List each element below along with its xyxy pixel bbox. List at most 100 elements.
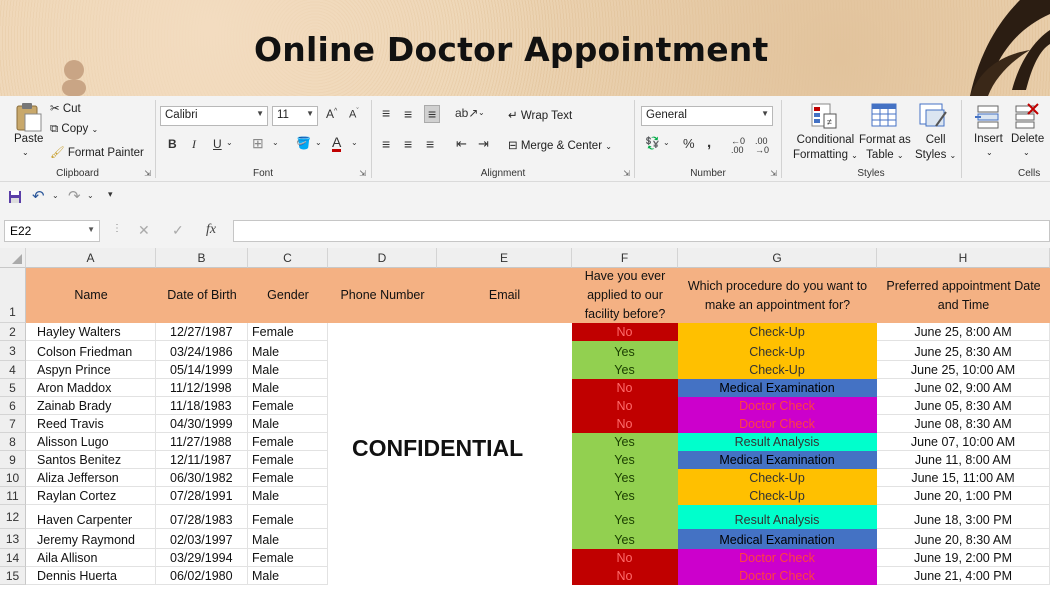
- cell-applied[interactable]: Yes: [572, 469, 678, 487]
- cell-procedure[interactable]: Doctor Check: [678, 567, 877, 585]
- cell-dob[interactable]: 11/18/1983: [156, 397, 248, 415]
- percent-button[interactable]: %: [683, 137, 695, 150]
- cell-applied[interactable]: Yes: [572, 341, 678, 361]
- row-header[interactable]: 15: [0, 567, 26, 585]
- row-header[interactable]: 1: [0, 268, 26, 323]
- cell-phone[interactable]: [328, 529, 437, 549]
- cell-gender[interactable]: Male: [248, 567, 328, 585]
- cell-dob[interactable]: 12/11/1987: [156, 451, 248, 469]
- alignment-launcher-icon[interactable]: ⇲: [623, 169, 630, 178]
- orientation-dropdown-icon[interactable]: ⌄: [478, 109, 485, 117]
- decrease-font-icon[interactable]: Aˇ: [349, 108, 359, 121]
- row-header[interactable]: 8: [0, 433, 26, 451]
- borders-icon[interactable]: ⊞: [252, 136, 264, 150]
- underline-button[interactable]: U: [213, 138, 222, 150]
- cell-phone[interactable]: [328, 469, 437, 487]
- paste-icon[interactable]: [14, 102, 42, 132]
- cell-applied[interactable]: Yes: [572, 487, 678, 505]
- cell-email[interactable]: [437, 415, 572, 433]
- format-as-table-button[interactable]: Format as Table ⌄: [859, 133, 911, 163]
- cell-applied[interactable]: Yes: [572, 529, 678, 549]
- cell-dob[interactable]: 04/30/1999: [156, 415, 248, 433]
- cell-dob[interactable]: 06/30/1982: [156, 469, 248, 487]
- header-cell-preferred[interactable]: Preferred appointment Date and Time: [877, 268, 1050, 323]
- cell-gender[interactable]: Female: [248, 549, 328, 567]
- font-name-select[interactable]: Calibri ▼: [160, 106, 268, 126]
- cell-dob[interactable]: 02/03/1997: [156, 529, 248, 549]
- cell-preferred[interactable]: June 25, 8:30 AM: [877, 341, 1050, 361]
- row-header[interactable]: 9: [0, 451, 26, 469]
- customize-toolbar-icon[interactable]: ▾: [108, 190, 113, 199]
- cell-name[interactable]: Aspyn Prince: [26, 361, 156, 379]
- cell-procedure[interactable]: Doctor Check: [678, 415, 877, 433]
- row-header[interactable]: 6: [0, 397, 26, 415]
- cell-gender[interactable]: Female: [248, 505, 328, 529]
- cell-applied[interactable]: No: [572, 379, 678, 397]
- cell-gender[interactable]: Male: [248, 487, 328, 505]
- redo-dropdown-icon[interactable]: ⌄: [87, 192, 94, 200]
- cell-email[interactable]: [437, 529, 572, 549]
- font-size-select[interactable]: 11 ▼: [272, 106, 318, 126]
- accounting-dropdown-icon[interactable]: ⌄: [663, 139, 670, 147]
- cell-preferred[interactable]: June 19, 2:00 PM: [877, 549, 1050, 567]
- cell-procedure[interactable]: Result Analysis: [678, 433, 877, 451]
- increase-indent-icon[interactable]: ⇥: [478, 137, 489, 150]
- cell-applied[interactable]: Yes: [572, 451, 678, 469]
- cell-email[interactable]: [437, 567, 572, 585]
- redo-icon[interactable]: ↷: [68, 189, 81, 204]
- align-middle-icon[interactable]: ≡: [404, 107, 412, 121]
- header-cell-dob[interactable]: Date of Birth: [156, 268, 248, 323]
- merge-center-button[interactable]: ⊟ Merge & Center ⌄: [508, 138, 612, 152]
- cell-dob[interactable]: 05/14/1999: [156, 361, 248, 379]
- cell-procedure[interactable]: Medical Examination: [678, 379, 877, 397]
- cell-dob[interactable]: 06/02/1980: [156, 567, 248, 585]
- cell-styles-button[interactable]: Cell Styles ⌄: [915, 133, 956, 163]
- cell-procedure[interactable]: Check-Up: [678, 361, 877, 379]
- bold-button[interactable]: B: [168, 138, 177, 150]
- cell-phone[interactable]: [328, 505, 437, 529]
- delete-cells-icon[interactable]: [1012, 102, 1040, 130]
- header-cell-phone[interactable]: Phone Number: [328, 268, 437, 323]
- header-cell-email[interactable]: Email: [437, 268, 572, 323]
- cell-applied[interactable]: No: [572, 567, 678, 585]
- cell-name[interactable]: Zainab Brady: [26, 397, 156, 415]
- cell-phone[interactable]: [328, 323, 437, 341]
- align-center-icon[interactable]: ≡: [404, 137, 412, 151]
- select-all-corner[interactable]: [0, 248, 26, 268]
- cell-gender[interactable]: Female: [248, 323, 328, 341]
- cell-preferred[interactable]: June 21, 4:00 PM: [877, 567, 1050, 585]
- cell-procedure[interactable]: Doctor Check: [678, 397, 877, 415]
- cell-gender[interactable]: Male: [248, 415, 328, 433]
- header-cell-name[interactable]: Name: [26, 268, 156, 323]
- header-cell-applied[interactable]: Have you ever applied to our facility be…: [572, 268, 678, 323]
- format-painter-button[interactable]: 🖌 Format Painter: [50, 145, 144, 159]
- cell-preferred[interactable]: June 20, 1:00 PM: [877, 487, 1050, 505]
- clipboard-launcher-icon[interactable]: ⇲: [144, 169, 151, 178]
- cell-styles-icon[interactable]: [918, 102, 948, 130]
- align-bottom-icon[interactable]: ≡: [424, 105, 441, 123]
- cell-dob[interactable]: 03/29/1994: [156, 549, 248, 567]
- cell-preferred[interactable]: June 07, 10:00 AM: [877, 433, 1050, 451]
- align-left-icon[interactable]: ≡: [382, 137, 390, 151]
- merge-dropdown-icon[interactable]: ⌄: [605, 142, 612, 151]
- cell-procedure[interactable]: Doctor Check: [678, 549, 877, 567]
- copy-dropdown-icon[interactable]: ⌄: [91, 125, 98, 134]
- delete-button[interactable]: Delete: [1011, 133, 1044, 145]
- cell-email[interactable]: [437, 323, 572, 341]
- save-icon[interactable]: [8, 190, 22, 204]
- row-header[interactable]: 4: [0, 361, 26, 379]
- cell-name[interactable]: Colson Friedman: [26, 341, 156, 361]
- cell-gender[interactable]: Male: [248, 361, 328, 379]
- cell-procedure[interactable]: Check-Up: [678, 469, 877, 487]
- cell-name[interactable]: Aron Maddox: [26, 379, 156, 397]
- cancel-icon[interactable]: ✕: [138, 223, 150, 237]
- cell-preferred[interactable]: June 15, 11:00 AM: [877, 469, 1050, 487]
- cell-dob[interactable]: 07/28/1983: [156, 505, 248, 529]
- accounting-icon[interactable]: 💱: [645, 137, 660, 149]
- cell-gender[interactable]: Female: [248, 433, 328, 451]
- cell-email[interactable]: [437, 549, 572, 567]
- orientation-icon[interactable]: ab↗: [455, 107, 478, 119]
- font-launcher-icon[interactable]: ⇲: [359, 169, 366, 178]
- cell-gender[interactable]: Male: [248, 379, 328, 397]
- cell-email[interactable]: [437, 379, 572, 397]
